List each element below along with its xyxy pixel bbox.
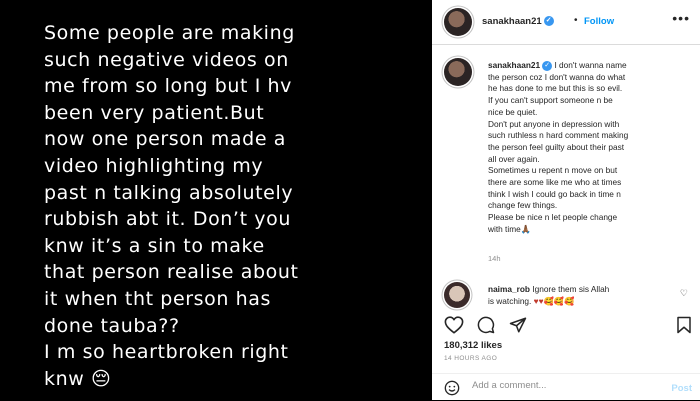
caption-line: the person coz I don't wanna do what: [488, 71, 626, 82]
post-panel: sanakhaan21 ✓ • Follow ••• sanakhaan21 ✓ I…: [432, 0, 700, 400]
caption-line: Please be nice n let people change: [488, 212, 618, 223]
caption-line: all over again.: [488, 153, 540, 164]
post-button[interactable]: Post: [671, 383, 692, 394]
comment-icon[interactable]: [476, 316, 496, 334]
comment-like-icon[interactable]: ♡: [680, 288, 688, 299]
caption-line: nice be quiet.: [488, 106, 538, 117]
caption-line: change few things.: [488, 200, 558, 211]
screenshot: Some people are making such negative vid…: [0, 0, 700, 400]
bookmark-icon[interactable]: [676, 316, 692, 334]
caption-avatar[interactable]: [444, 58, 472, 86]
comment-line: Ignore them sis Allah: [532, 284, 610, 294]
verified-icon: ✓: [542, 60, 553, 71]
comment-bar: Post: [432, 373, 700, 401]
caption-line: the person feel guilty about their past: [488, 141, 625, 152]
comment-emojis: ♥♥🥰🥰🥰: [533, 295, 575, 306]
action-bar: [432, 312, 700, 338]
caption-line: If you can't support someone n be: [488, 95, 613, 106]
emoji-icon[interactable]: [444, 380, 460, 396]
caption-username[interactable]: sanakhaan21: [488, 60, 540, 70]
caption-line: I don't wanna name: [554, 60, 627, 70]
caption-text: sanakhaan21 ✓ I don't wanna name the pers…: [488, 60, 694, 236]
heart-icon[interactable]: [444, 316, 464, 334]
story-panel: Some people are making such negative vid…: [0, 0, 432, 400]
separator: •: [574, 15, 578, 26]
likes-count[interactable]: 180,312 likes: [444, 340, 502, 351]
comment-input[interactable]: [472, 380, 652, 391]
comment-text: naima_rob Ignore them sis Allah is watch…: [488, 284, 678, 307]
story-text: Some people are making such negative vid…: [44, 22, 299, 390]
comment-line: is watching.: [488, 295, 532, 306]
verified-icon: ✓: [543, 16, 554, 27]
caption-line: such ruthless n hard comment making: [488, 130, 629, 141]
more-icon[interactable]: •••: [672, 10, 690, 26]
comment-avatar[interactable]: [444, 282, 470, 308]
post-timestamp[interactable]: 14 HOURS AGO: [444, 355, 497, 362]
post-header: sanakhaan21 ✓ • Follow •••: [432, 0, 700, 45]
caption-line: there are some like me who at times: [488, 177, 622, 188]
header-username-wrap: sanakhaan21 ✓: [482, 16, 554, 27]
caption-line: Don't put anyone in depression with: [488, 118, 620, 129]
caption-line: he has done to me but this is so evil.: [488, 83, 623, 94]
share-icon[interactable]: [508, 316, 528, 334]
comment-username[interactable]: naima_rob: [488, 284, 530, 294]
avatar[interactable]: [444, 8, 472, 36]
caption-line: think I wish I could go back in time n: [488, 188, 621, 199]
caption-timestamp[interactable]: 14h: [488, 254, 501, 263]
follow-button[interactable]: Follow: [584, 16, 614, 27]
header-username[interactable]: sanakhaan21: [482, 16, 542, 27]
caption-line: Sometimes u repent n move on but: [488, 165, 618, 176]
caption-line: with time🙏🏾: [488, 223, 532, 234]
